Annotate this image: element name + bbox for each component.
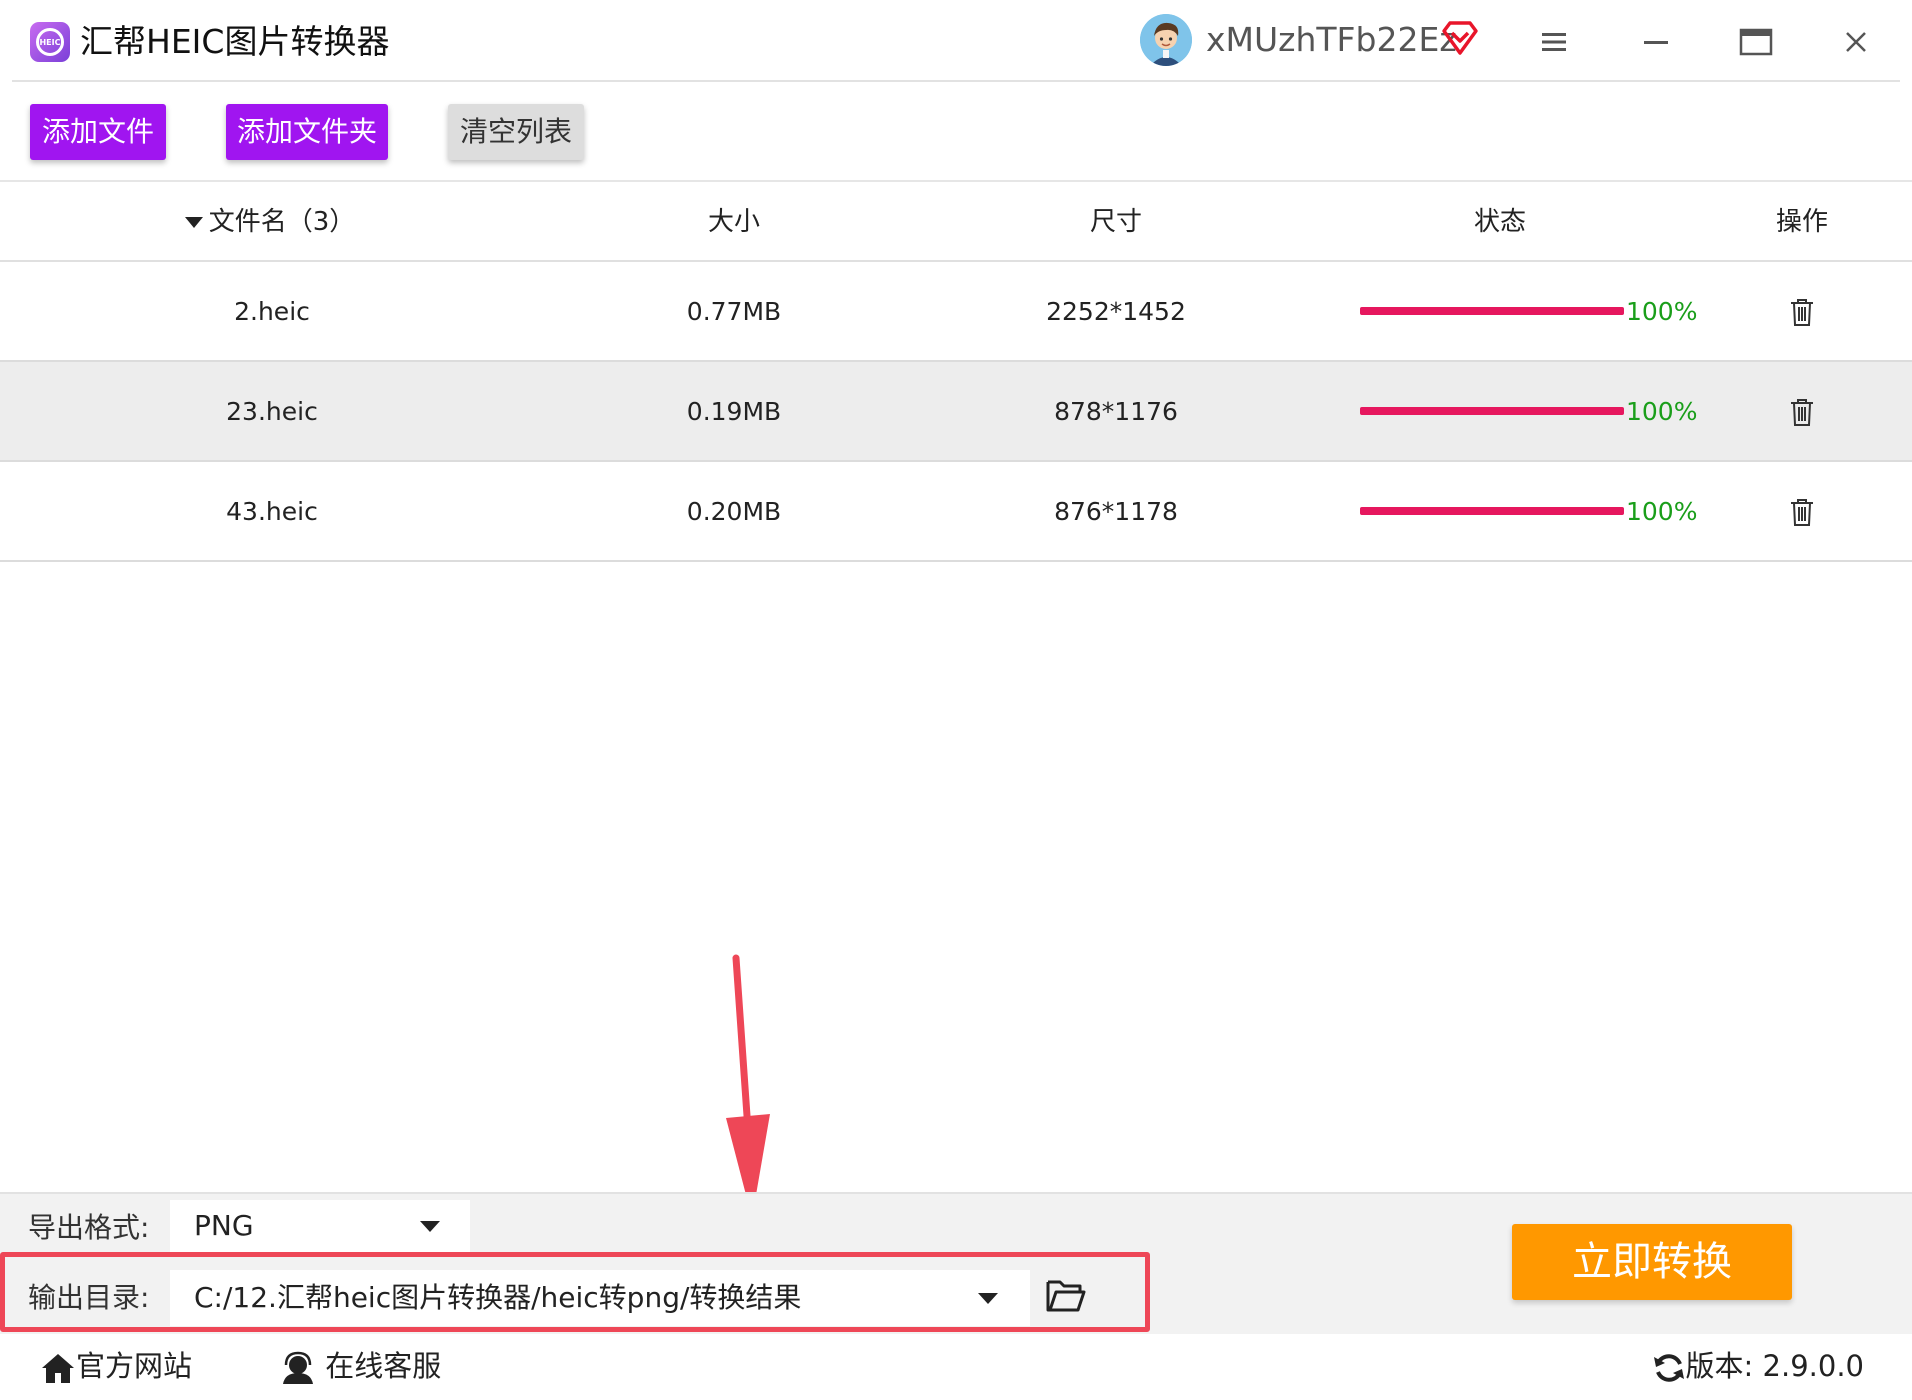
- add-folder-button[interactable]: 添加文件夹: [226, 104, 388, 160]
- trash-icon: [1791, 299, 1813, 326]
- progress-percent: 100%: [1626, 297, 1698, 326]
- table-row[interactable]: 43.heic 0.20MB 876*1178 100%: [0, 462, 1912, 562]
- close-icon: [1846, 32, 1866, 52]
- column-filename[interactable]: 文件名（3）: [160, 182, 380, 262]
- user-avatar-icon: [1140, 14, 1192, 66]
- progress-fill: [1360, 307, 1624, 315]
- progress-bar: [1360, 407, 1624, 415]
- official-website-label: 官方网站: [76, 1349, 193, 1383]
- clear-list-button[interactable]: 清空列表: [448, 104, 584, 160]
- file-dimensions: 2252*1452: [1046, 297, 1186, 326]
- trash-icon: [1791, 399, 1813, 426]
- file-size: 0.20MB: [686, 497, 782, 526]
- file-name: 2.heic: [234, 297, 310, 326]
- convert-now-button[interactable]: 立即转换: [1512, 1224, 1792, 1300]
- chevron-down-icon: [420, 1221, 440, 1232]
- online-support-link[interactable]: 在线客服: [280, 1344, 441, 1388]
- title-divider: [12, 80, 1900, 82]
- delete-button[interactable]: [1786, 396, 1818, 428]
- progress-fill: [1360, 507, 1624, 515]
- column-size: 大小: [707, 207, 760, 237]
- table-row[interactable]: 2.heic 0.77MB 2252*1452 100%: [0, 262, 1912, 362]
- minimize-button[interactable]: [1634, 20, 1678, 64]
- export-format-select[interactable]: PNG: [170, 1200, 470, 1252]
- refresh-update-icon: [1653, 1354, 1684, 1382]
- avatar[interactable]: [1140, 14, 1192, 66]
- maximize-button[interactable]: [1734, 20, 1778, 64]
- progress-fill: [1360, 407, 1624, 415]
- delete-button[interactable]: [1786, 296, 1818, 328]
- title-bar: HEIC 汇帮HEIC图片转换器 xMUzhTFb22Ez: [0, 0, 1912, 82]
- footer: 官方网站 在线客服 版本: 2.9.0.0: [0, 1334, 1912, 1400]
- column-action: 操作: [1775, 207, 1828, 237]
- file-name: 23.heic: [226, 397, 318, 426]
- app-logo-text: HEIC: [36, 28, 64, 56]
- hamburger-menu-icon: [1542, 33, 1566, 51]
- add-file-button[interactable]: 添加文件: [30, 104, 166, 160]
- vip-diamond-icon[interactable]: [1440, 18, 1480, 58]
- table-row[interactable]: 23.heic 0.19MB 878*1176 100%: [0, 362, 1912, 462]
- app-logo-icon: HEIC: [30, 22, 70, 62]
- progress-percent: 100%: [1626, 497, 1698, 526]
- output-dir-value: C:/12.汇帮heic图片转换器/heic转png/转换结果: [194, 1281, 802, 1314]
- export-format-label: 导出格式:: [28, 1211, 150, 1244]
- file-size: 0.77MB: [686, 297, 782, 326]
- chevron-down-icon: [978, 1293, 998, 1304]
- trash-icon: [1791, 499, 1813, 526]
- file-name: 43.heic: [226, 497, 318, 526]
- folder-open-icon: [1046, 1280, 1086, 1312]
- progress-percent: 100%: [1626, 397, 1698, 426]
- official-website-link[interactable]: 官方网站: [40, 1344, 192, 1388]
- browse-folder-button[interactable]: [1044, 1276, 1092, 1320]
- output-dir-label: 输出目录:: [28, 1281, 150, 1314]
- version-info[interactable]: 版本: 2.9.0.0: [1652, 1344, 1864, 1388]
- minimize-icon: [1644, 41, 1668, 44]
- column-dimensions: 尺寸: [1089, 207, 1142, 237]
- sort-caret-icon: [184, 217, 203, 228]
- annotation-arrow-icon: [726, 954, 770, 1218]
- delete-button[interactable]: [1786, 496, 1818, 528]
- version-label: 版本: 2.9.0.0: [1685, 1349, 1864, 1383]
- file-dimensions: 876*1178: [1054, 497, 1178, 526]
- menu-button[interactable]: [1532, 20, 1576, 64]
- file-size: 0.19MB: [686, 397, 782, 426]
- column-status: 状态: [1473, 207, 1526, 237]
- close-button[interactable]: [1834, 20, 1878, 64]
- progress-bar: [1360, 507, 1624, 515]
- column-filename-label: 文件名（3）: [208, 207, 356, 237]
- online-support-label: 在线客服: [325, 1349, 442, 1383]
- app-title: 汇帮HEIC图片转换器: [80, 22, 390, 61]
- progress-bar: [1360, 307, 1624, 315]
- home-icon: [42, 1354, 74, 1383]
- export-format-value: PNG: [194, 1209, 254, 1242]
- output-dir-select[interactable]: C:/12.汇帮heic图片转换器/heic转png/转换结果: [170, 1270, 1030, 1326]
- customer-service-icon: [283, 1351, 313, 1384]
- maximize-icon: [1739, 28, 1773, 56]
- file-table-header: 文件名（3） 大小 尺寸 状态 操作: [0, 180, 1912, 262]
- username[interactable]: xMUzhTFb22Ez: [1206, 18, 1457, 62]
- file-dimensions: 878*1176: [1054, 397, 1178, 426]
